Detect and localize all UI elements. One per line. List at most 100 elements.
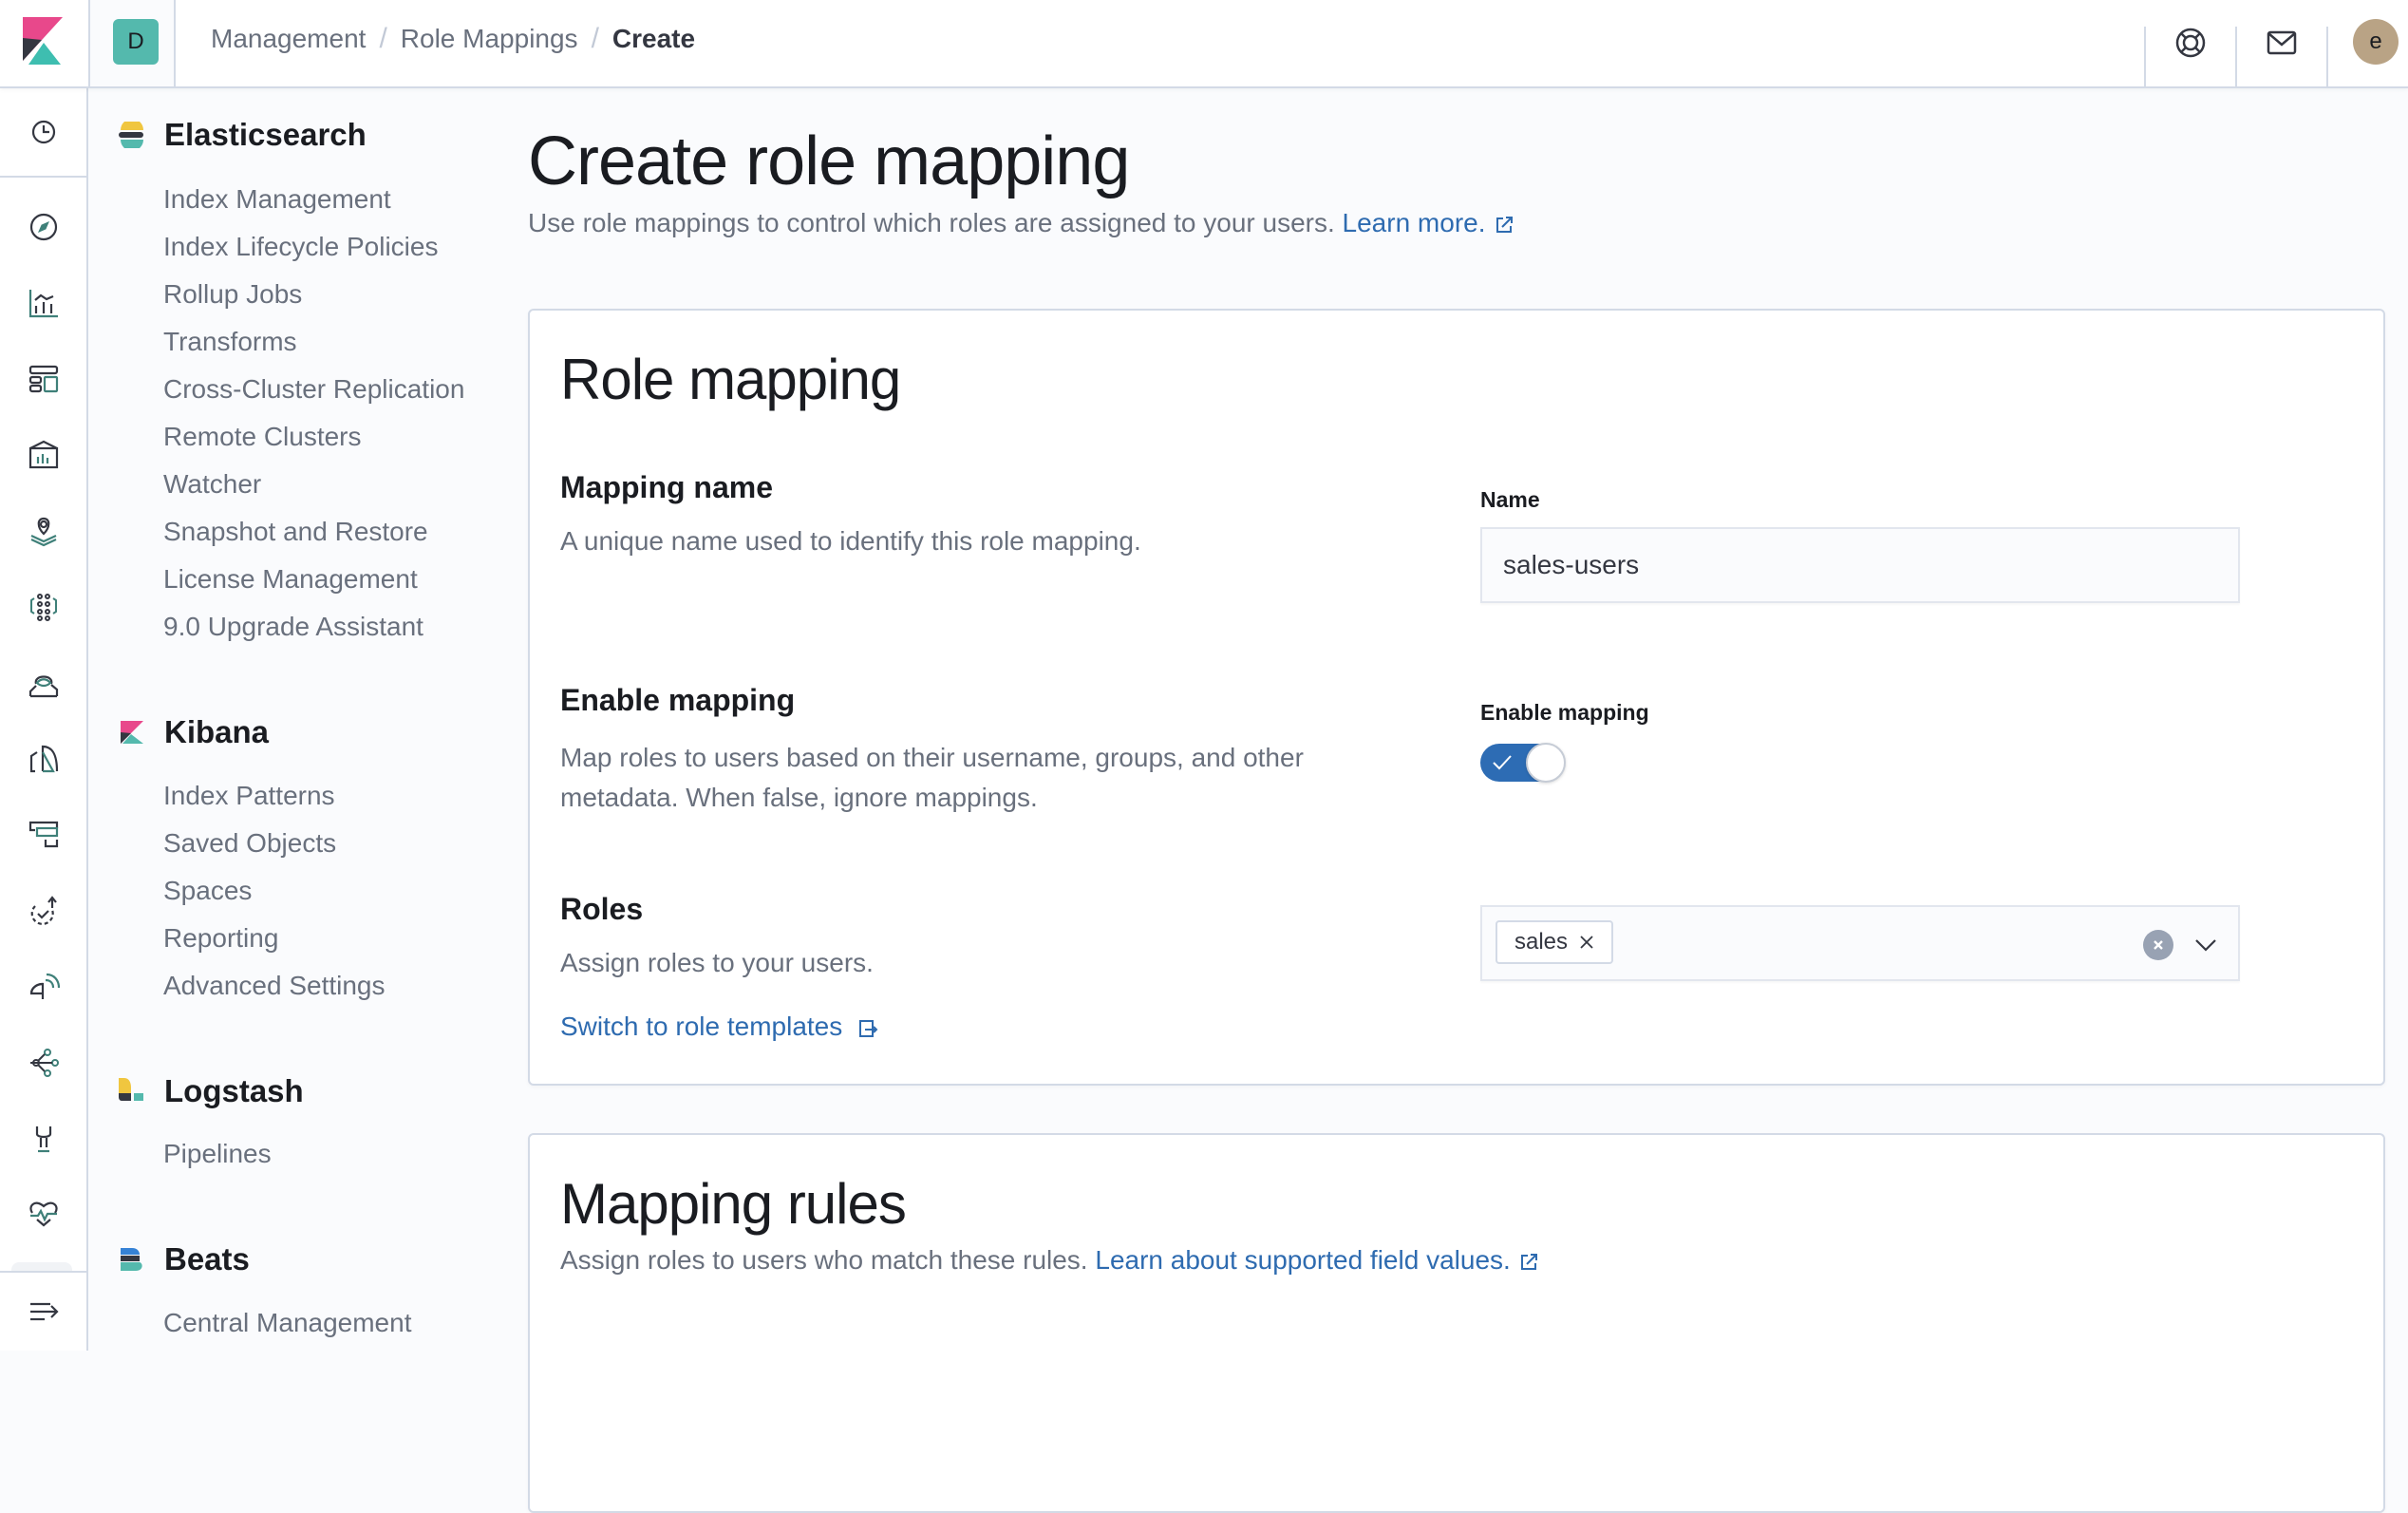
sidebar-item-rollup-jobs[interactable]: Rollup Jobs (163, 279, 302, 310)
nav-discover[interactable] (0, 199, 86, 255)
mapping-rules-panel: Mapping rules Assign roles to users who … (528, 1133, 2385, 1513)
sidebar-item-cross-cluster-replication[interactable]: Cross-Cluster Replication (163, 374, 464, 405)
user-avatar[interactable]: e (2353, 19, 2399, 65)
name-label: Name (1480, 487, 1540, 512)
section-title: Kibana (164, 714, 270, 749)
infrastructure-icon (28, 675, 58, 698)
nav-recently-viewed[interactable] (0, 88, 86, 178)
learn-more-label: Learn more. (1342, 208, 1486, 237)
nav-siem[interactable] (0, 958, 86, 1015)
section-kibana: Kibana (119, 714, 269, 750)
nav-maps[interactable] (0, 502, 86, 559)
visualize-chart-icon (28, 290, 58, 318)
roles-combo-box[interactable]: sales (1480, 905, 2240, 981)
sidebar-item-remote-clusters[interactable]: Remote Clusters (163, 422, 362, 452)
logs-icon (29, 745, 58, 773)
supported-field-values-link[interactable]: Learn about supported field values. (1095, 1245, 1538, 1275)
sidebar-item-license-management[interactable]: License Management (163, 564, 418, 595)
nav-monitoring[interactable] (0, 1186, 86, 1243)
beats-logo-icon (121, 1248, 142, 1271)
role-mapping-panel: Role mapping Mapping name A unique name … (528, 309, 2385, 1086)
sidebar-item-transforms[interactable]: Transforms (163, 327, 297, 357)
nav-collapse-button[interactable] (0, 1271, 86, 1351)
help-button[interactable] (2144, 27, 2235, 86)
management-sidebar: Elasticsearch Index Management Index Lif… (88, 88, 506, 1351)
clear-roles-button[interactable] (2143, 930, 2173, 960)
nav-canvas[interactable] (0, 426, 86, 483)
enable-mapping-title: Enable mapping (560, 683, 796, 717)
nav-infrastructure[interactable] (0, 654, 86, 711)
role-pill-label: sales (1514, 929, 1569, 955)
sidebar-item-spaces[interactable]: Spaces (163, 876, 252, 906)
sidebar-item-central-management[interactable]: Central Management (163, 1308, 411, 1338)
breadcrumb-separator: / (379, 23, 387, 54)
clear-icon (2154, 940, 2163, 950)
kibana-logo-icon (121, 721, 143, 744)
section-logstash: Logstash (119, 1073, 304, 1109)
sidebar-item-saved-objects[interactable]: Saved Objects (163, 828, 336, 859)
sidebar-item-snapshot-and-restore[interactable]: Snapshot and Restore (163, 517, 428, 547)
name-input[interactable]: sales-users (1480, 527, 2240, 603)
section-title: Logstash (164, 1073, 304, 1108)
sidebar-item-pipelines[interactable]: Pipelines (163, 1139, 272, 1169)
breadcrumb: Management / Role Mappings / Create (211, 23, 695, 55)
user-menu-button[interactable]: e (2326, 19, 2408, 86)
elasticsearch-logo-icon (119, 122, 143, 148)
sidebar-item-upgrade-assistant[interactable]: 9.0 Upgrade Assistant (163, 612, 423, 642)
role-pill-sales: sales (1496, 920, 1614, 964)
enable-mapping-label: Enable mapping (1480, 700, 1649, 725)
sidebar-item-index-lifecycle-policies[interactable]: Index Lifecycle Policies (163, 232, 438, 262)
mapping-name-title: Mapping name (560, 470, 774, 504)
help-lifebuoy-icon (2175, 28, 2206, 58)
section-title: Beats (164, 1241, 250, 1277)
chevron-down-icon[interactable] (2192, 932, 2219, 958)
check-icon (1493, 755, 1512, 770)
section-title: Elasticsearch (164, 117, 367, 152)
mapping-rules-description: Assign roles to users who match these ru… (560, 1245, 1539, 1276)
sidebar-item-advanced-settings[interactable]: Advanced Settings (163, 971, 386, 1001)
logstash-logo-icon (119, 1078, 143, 1101)
mail-icon (2267, 30, 2297, 55)
remove-role-icon[interactable] (1579, 935, 1594, 950)
nav-apm[interactable] (0, 806, 86, 863)
kibana-logo-icon[interactable] (23, 17, 63, 65)
apm-icon (28, 821, 58, 848)
nav-dev-tools[interactable] (0, 1034, 86, 1091)
news-button[interactable] (2235, 27, 2326, 86)
sidebar-item-watcher[interactable]: Watcher (163, 469, 261, 500)
sidebar-item-index-patterns[interactable]: Index Patterns (163, 781, 335, 811)
side-nav (0, 88, 88, 1351)
nav-stack-monitoring[interactable] (0, 1110, 86, 1167)
sidebar-item-reporting[interactable]: Reporting (163, 923, 278, 954)
page-description-text: Use role mappings to control which roles… (528, 208, 1335, 237)
breadcrumb-create: Create (611, 24, 696, 53)
dev-tools-icon (29, 1049, 59, 1077)
nav-dashboard[interactable] (0, 350, 86, 407)
nav-logs[interactable] (0, 730, 86, 787)
nav-uptime[interactable] (0, 882, 86, 939)
breadcrumb-separator: / (591, 23, 599, 54)
switch-knob (1526, 743, 1566, 783)
mapping-rules-description-text: Assign roles to users who match these ru… (560, 1245, 1088, 1275)
switch-link-label: Switch to role templates (560, 1012, 843, 1041)
nav-machine-learning[interactable] (0, 578, 86, 635)
nav-visualize[interactable] (0, 274, 86, 331)
stack-monitoring-icon (28, 1201, 58, 1227)
roles-title: Roles (560, 892, 644, 926)
dashboard-icon (28, 365, 58, 393)
external-link-icon (1496, 216, 1513, 233)
switch-icon (859, 1019, 878, 1037)
breadcrumb-management[interactable]: Management (211, 24, 366, 54)
space-avatar[interactable]: D (113, 19, 159, 65)
collapse-nav-icon (29, 1302, 59, 1321)
page-title: Create role mapping (528, 123, 1130, 199)
switch-to-role-templates-link[interactable]: Switch to role templates (560, 1012, 878, 1042)
breadcrumb-role-mappings[interactable]: Role Mappings (401, 24, 578, 54)
space-selector[interactable]: D (88, 0, 176, 86)
sidebar-item-index-management[interactable]: Index Management (163, 184, 391, 215)
recently-viewed-clock-icon (31, 120, 55, 144)
learn-more-link[interactable]: Learn more. (1343, 208, 1514, 237)
enable-mapping-switch[interactable] (1480, 743, 1566, 783)
uptime-icon (30, 896, 57, 925)
siem-icon (29, 973, 60, 999)
